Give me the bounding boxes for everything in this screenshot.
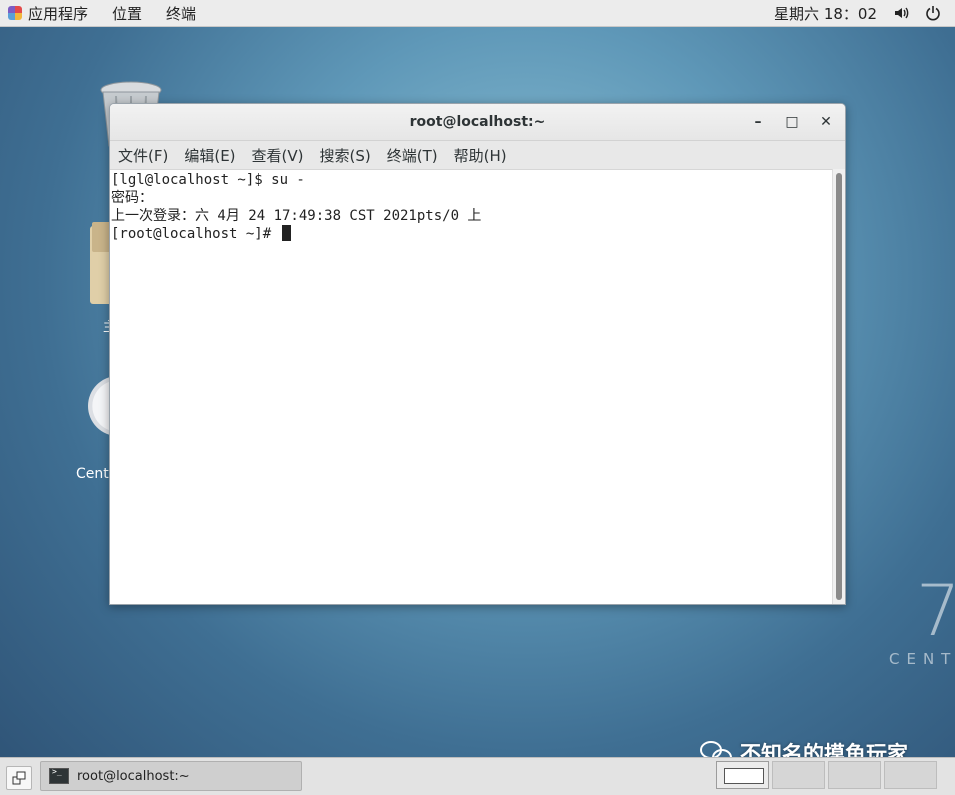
bottom-panel: root@localhost:~ — [0, 757, 955, 795]
applications-menu[interactable]: 应用程序 — [8, 3, 88, 24]
power-icon[interactable] — [925, 5, 941, 21]
terminal-line: 密码： — [111, 190, 153, 206]
applications-label: 应用程序 — [28, 4, 89, 23]
terminal-app-menu[interactable]: 终端 — [166, 3, 196, 24]
volume-icon[interactable] — [893, 5, 909, 21]
menu-terminal[interactable]: 终端(T) — [387, 145, 438, 166]
places-menu[interactable]: 位置 — [112, 3, 142, 24]
workspace-2[interactable] — [772, 761, 825, 789]
close-button[interactable]: ✕ — [817, 113, 835, 131]
menu-help[interactable]: 帮助(H) — [454, 145, 507, 166]
clock[interactable]: 星期六 18：02 — [774, 3, 877, 24]
terminal-cursor — [281, 225, 291, 241]
centos-logo-text: CENT — [889, 650, 955, 668]
menu-edit[interactable]: 编辑(E) — [184, 145, 235, 166]
terminal-prompt-line: [root@localhost ~]# — [111, 225, 833, 243]
workspace-switcher — [716, 761, 937, 789]
show-desktop-button[interactable] — [6, 766, 32, 790]
window-titlebar[interactable]: root@localhost:~ – □ ✕ — [110, 104, 845, 141]
taskbar-item-label: root@localhost:~ — [77, 768, 190, 784]
scrollbar[interactable] — [832, 169, 845, 604]
menu-view[interactable]: 查看(V) — [252, 145, 304, 166]
top-panel: 应用程序 位置 终端 星期六 18：02 — [0, 0, 955, 27]
workspace-4[interactable] — [884, 761, 937, 789]
minimize-button[interactable]: – — [749, 113, 767, 131]
workspace-1[interactable] — [716, 761, 769, 789]
terminal-output[interactable]: [lgl@localhost ~]$ su - 密码： 上一次登录：六 4月 2… — [110, 169, 833, 604]
taskbar-item-terminal[interactable]: root@localhost:~ — [40, 761, 302, 791]
terminal-prompt: [root@localhost ~]# — [111, 226, 280, 242]
workspace-3[interactable] — [828, 761, 881, 789]
show-desktop-icon — [12, 771, 26, 785]
scrollbar-thumb[interactable] — [836, 173, 842, 600]
menu-file[interactable]: 文件(F) — [118, 145, 168, 166]
menu-search[interactable]: 搜索(S) — [320, 145, 371, 166]
terminal-line: 上一次登录：六 4月 24 17:49:38 CST 2021pts/0 上 — [111, 208, 482, 224]
window-menubar: 文件(F) 编辑(E) 查看(V) 搜索(S) 终端(T) 帮助(H) — [110, 141, 845, 170]
window-title: root@localhost:~ — [409, 114, 546, 130]
terminal-icon — [49, 767, 69, 784]
terminal-window[interactable]: root@localhost:~ – □ ✕ 文件(F) 编辑(E) 查看(V)… — [109, 103, 846, 605]
maximize-button[interactable]: □ — [783, 113, 801, 131]
centos-logo-number: 7 — [916, 570, 955, 652]
applications-icon — [8, 6, 22, 20]
terminal-line: [lgl@localhost ~]$ su - — [111, 172, 305, 188]
